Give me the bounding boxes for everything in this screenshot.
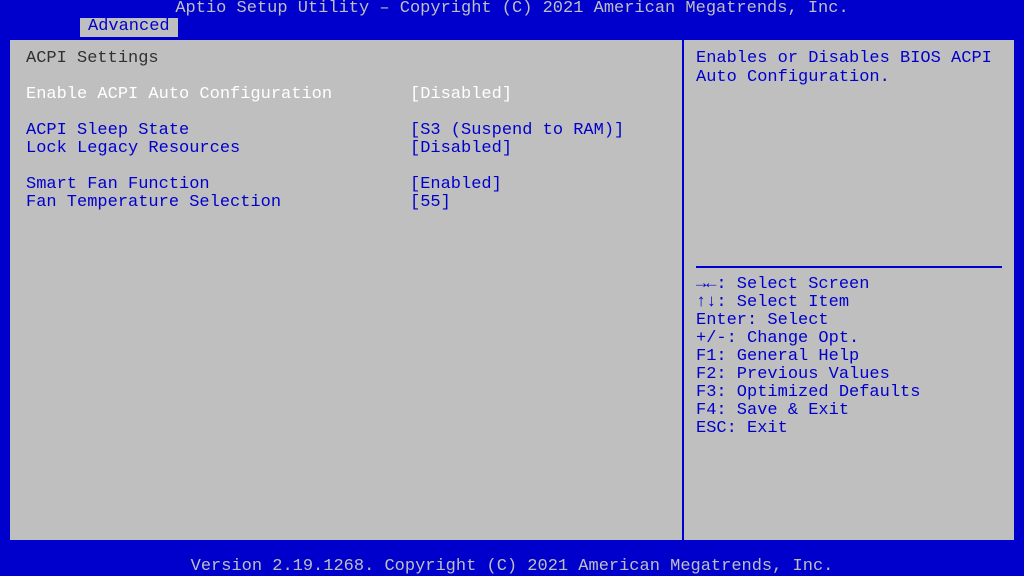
main-panel: ACPI Settings Enable ACPI Auto Configura… — [8, 38, 684, 542]
item-label: Lock Legacy Resources — [26, 140, 410, 159]
hotkey-f1: F1: General Help — [696, 348, 1002, 366]
tab-bar: Advanced — [0, 18, 1024, 38]
footer-bar: Version 2.19.1268. Copyright (C) 2021 Am… — [0, 558, 1024, 576]
item-value: [S3 (Suspend to RAM)] — [410, 122, 666, 141]
side-panel: Enables or Disables BIOS ACPI Auto Confi… — [682, 38, 1016, 542]
item-value: [Disabled] — [410, 140, 666, 159]
item-lock-legacy-resources[interactable]: Lock Legacy Resources [Disabled] — [26, 141, 666, 159]
bios-screen: Aptio Setup Utility – Copyright (C) 2021… — [0, 0, 1024, 576]
item-label: Enable ACPI Auto Configuration — [26, 86, 410, 105]
help-line: Auto Configuration. — [696, 69, 1002, 88]
header-title: Aptio Setup Utility – Copyright (C) 2021… — [175, 0, 848, 18]
item-enable-acpi-auto-config[interactable]: Enable ACPI Auto Configuration [Disabled… — [26, 87, 666, 105]
tab-advanced-label: Advanced — [88, 18, 170, 37]
item-smart-fan-function[interactable]: Smart Fan Function [Enabled] — [26, 177, 666, 195]
item-label: Smart Fan Function — [26, 176, 410, 195]
tab-advanced[interactable]: Advanced — [80, 18, 178, 37]
help-line: Enables or Disables BIOS ACPI — [696, 50, 1002, 69]
hotkey-f2: F2: Previous Values — [696, 366, 1002, 384]
hotkey-enter: Enter: Select — [696, 312, 1002, 330]
item-value: [55] — [410, 194, 666, 213]
workarea: ACPI Settings Enable ACPI Auto Configura… — [8, 38, 1016, 542]
workarea-wrap: ACPI Settings Enable ACPI Auto Configura… — [0, 38, 1024, 558]
hotkey-f4: F4: Save & Exit — [696, 402, 1002, 420]
item-label: ACPI Sleep State — [26, 122, 410, 141]
section-heading: ACPI Settings — [26, 50, 666, 69]
row-gap — [26, 105, 666, 123]
hotkey-f3: F3: Optimized Defaults — [696, 384, 1002, 402]
row-gap — [26, 159, 666, 177]
hotkeys: →←: Select Screen ↑↓: Select Item Enter:… — [696, 276, 1002, 438]
item-value: [Enabled] — [410, 176, 666, 195]
footer-text: Version 2.19.1268. Copyright (C) 2021 Am… — [191, 557, 834, 576]
hotkey-select-item: ↑↓: Select Item — [696, 294, 1002, 312]
item-label: Fan Temperature Selection — [26, 194, 410, 213]
hotkey-change-opt: +/-: Change Opt. — [696, 330, 1002, 348]
hotkey-select-screen: →←: Select Screen — [696, 276, 1002, 294]
hotkey-esc: ESC: Exit — [696, 420, 1002, 438]
header-bar: Aptio Setup Utility – Copyright (C) 2021… — [0, 0, 1024, 18]
help-text: Enables or Disables BIOS ACPI Auto Confi… — [696, 50, 1002, 262]
item-value: [Disabled] — [410, 86, 666, 105]
panel-divider — [696, 266, 1002, 268]
item-fan-temperature-selection[interactable]: Fan Temperature Selection [55] — [26, 195, 666, 213]
item-acpi-sleep-state[interactable]: ACPI Sleep State [S3 (Suspend to RAM)] — [26, 123, 666, 141]
